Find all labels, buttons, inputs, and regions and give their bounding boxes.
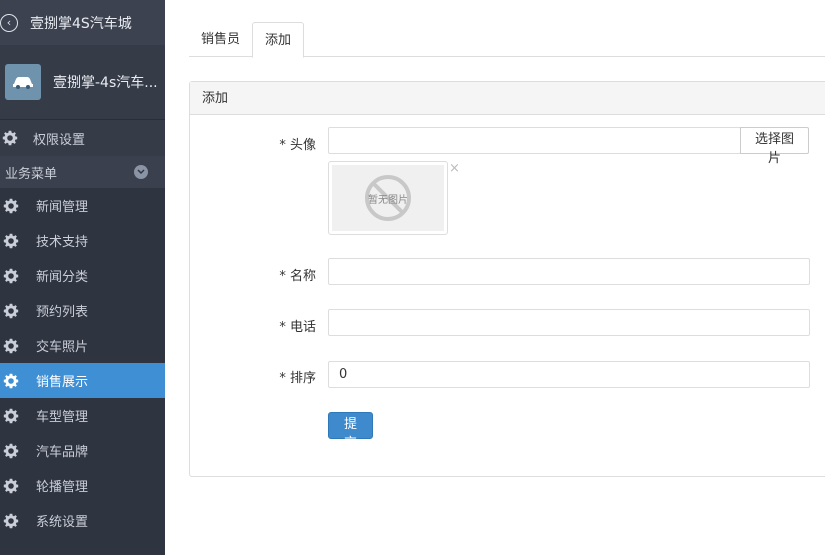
- sidebar-section-label: 业务菜单: [5, 166, 58, 182]
- chevron-down-icon[interactable]: [134, 165, 148, 179]
- sidebar-section-business[interactable]: 业务菜单: [0, 156, 165, 188]
- remove-image-icon[interactable]: ×: [449, 162, 460, 175]
- sidebar-menu-item[interactable]: 新闻分类: [0, 258, 165, 293]
- gear-icon: [3, 233, 19, 248]
- sidebar-item-label: 系统设置: [36, 515, 89, 530]
- sidebar-menu-item[interactable]: 交车照片: [0, 328, 165, 363]
- sort-label: * 排序: [279, 371, 316, 386]
- sidebar-menu-item[interactable]: 轮播管理: [0, 468, 165, 503]
- gear-icon: [2, 130, 18, 146]
- sidebar-header[interactable]: ‹ 壹捌掌4S汽车城: [0, 0, 165, 45]
- sidebar-app-title: 壹捌掌4S汽车城: [30, 15, 132, 32]
- avatar-label: * 头像: [279, 138, 316, 153]
- sidebar-menu-item[interactable]: 技术支持: [0, 223, 165, 258]
- car-avatar-icon: [5, 64, 41, 100]
- sidebar-menu-item[interactable]: 销售展示: [0, 363, 165, 398]
- sort-input[interactable]: [328, 361, 810, 388]
- sidebar-item-label: 预约列表: [36, 305, 89, 320]
- back-arrow-icon[interactable]: ‹: [0, 13, 18, 32]
- sidebar-item-permission[interactable]: 权限设置: [0, 120, 165, 156]
- phone-input[interactable]: [328, 309, 810, 336]
- sidebar-item-label: 新闻分类: [36, 270, 89, 285]
- sidebar-menu-item[interactable]: 预约列表: [0, 293, 165, 328]
- sidebar-item-label: 权限设置: [33, 132, 86, 148]
- sidebar-item-label: 汽车品牌: [36, 445, 89, 460]
- gear-icon: [3, 373, 19, 388]
- gear-icon: [3, 443, 19, 458]
- avatar-preview: 暂无图片: [328, 161, 448, 235]
- sidebar-menu-item[interactable]: 车型管理: [0, 398, 165, 433]
- sidebar-menu-item[interactable]: 新闻管理: [0, 188, 165, 223]
- gear-icon: [3, 338, 19, 353]
- choose-image-button[interactable]: 选择图片: [740, 127, 809, 166]
- sidebar-item-label: 轮播管理: [36, 480, 89, 495]
- name-label: * 名称: [279, 269, 316, 284]
- tab-salesperson[interactable]: 销售员: [189, 22, 252, 57]
- no-image-text: 暂无图片: [368, 194, 408, 206]
- submit-button[interactable]: 提交: [328, 412, 373, 451]
- no-image-placeholder: 暂无图片: [332, 165, 444, 231]
- gear-icon: [3, 513, 19, 528]
- store-profile: 壹捌掌-4s汽车...: [0, 45, 165, 120]
- sidebar-item-label: 销售展示: [36, 375, 89, 390]
- gear-icon: [3, 303, 19, 318]
- sidebar: ‹ 壹捌掌4S汽车城 壹捌掌-4s汽车... 权限设置 业务菜单 新闻管理技术支…: [0, 0, 165, 555]
- tab-add[interactable]: 添加: [252, 22, 305, 58]
- gear-icon: [3, 268, 19, 283]
- sidebar-item-label: 技术支持: [36, 235, 89, 250]
- gear-icon: [3, 408, 19, 423]
- store-name: 壹捌掌-4s汽车...: [53, 75, 158, 91]
- avatar-path-input[interactable]: [328, 127, 741, 154]
- sidebar-menu-item[interactable]: 系统设置: [0, 503, 165, 538]
- panel-title: 添加: [190, 82, 825, 115]
- sidebar-item-label: 车型管理: [36, 410, 89, 425]
- sidebar-item-label: 新闻管理: [36, 200, 89, 215]
- name-input[interactable]: [328, 258, 810, 285]
- main-content: 销售员 添加 添加 * 头像 选择图片 暂无图片 × * 名称 * 电话 * 排…: [165, 0, 825, 555]
- gear-icon: [3, 478, 19, 493]
- sidebar-item-label: 交车照片: [36, 340, 89, 355]
- gear-icon: [3, 198, 19, 213]
- phone-label: * 电话: [279, 320, 316, 335]
- sidebar-menu-item[interactable]: 汽车品牌: [0, 433, 165, 468]
- tab-bar: 销售员 添加: [189, 22, 825, 58]
